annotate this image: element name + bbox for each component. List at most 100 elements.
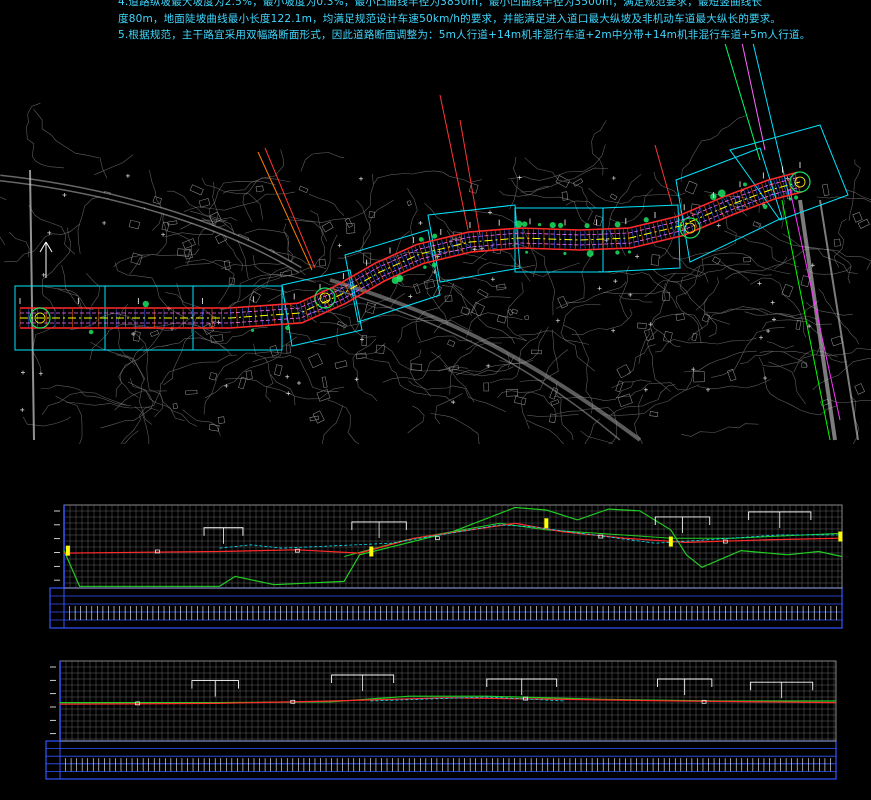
road-plan-view [0,44,871,444]
building-outline [309,415,320,422]
terrain-contour [759,350,809,367]
building-outline [228,277,235,285]
terrain-contour [242,177,291,222]
terrain-contour [382,344,468,372]
terrain-contour [844,188,871,201]
terrain-contour [750,277,807,338]
terrain-contour [174,260,232,269]
terrain-contour [182,409,221,436]
intersection-core [684,222,696,234]
terrain-contour [626,344,656,375]
profile-data-table [45,740,837,780]
elevation-mark [770,300,775,305]
terrain-contour [85,273,100,307]
road-hatch [635,227,640,246]
terrain-contour [117,304,145,381]
terrain-contour [159,382,185,422]
elevation-mark [296,381,301,386]
terrain-contour [520,167,609,193]
elevation-mark [102,220,107,225]
terrain-contour [197,181,219,246]
elevation-mark [224,383,229,388]
structure-marker [65,545,70,556]
landscape-node [788,197,792,201]
terrain-contour [116,354,152,425]
sheet-frame-3 [192,285,283,351]
terrain-contour [477,262,536,275]
landscape-node [525,250,529,254]
terrain-contour [33,109,108,179]
terrain-contour [510,262,580,277]
profile-grid-frame [63,504,843,589]
building-outline [334,360,348,369]
structure-marker [838,531,843,542]
terrain-contour [134,406,150,444]
landscape-node [586,250,594,258]
terrain-contour [739,351,774,364]
building-outline [183,248,193,260]
elevation-mark [354,377,359,382]
landscape-node [563,251,567,256]
elevation-mark [62,192,67,197]
building-outline [321,376,328,389]
terrain-contour [527,414,579,417]
elevation-mark [20,407,25,412]
elevation-mark [763,376,768,381]
building-outline [217,416,225,424]
terrain-contour [162,337,233,356]
elevation-mark [611,328,616,333]
terrain-contour [768,361,806,405]
building-outline [801,362,807,368]
building-outline [209,372,218,381]
building-outline [308,353,323,369]
terrain-contour [284,219,328,242]
building-outline [182,238,196,250]
road-lane-north [20,176,799,314]
note-line-5: 5.根据规范，主干路宜采用双幅路断面形式，因此道路断面调整为：5m人行道+14m… [118,29,811,41]
terrain-contour [40,384,132,407]
terrain-contour [430,413,481,444]
terrain-contour [407,405,425,434]
structure-marker [668,536,673,547]
building-outline [593,215,604,227]
building-outline [752,221,762,228]
terrain-contour [695,277,719,311]
terrain-contour [77,196,101,254]
building-outline [693,371,705,383]
survey-line [459,119,481,236]
profile-data-table [49,587,843,629]
road-hatch [481,231,485,250]
terrain-contour [327,399,360,444]
terrain-contour [766,341,795,349]
elevation-mark [517,175,522,180]
building-outline [795,319,802,330]
terrain-contour [431,351,475,403]
terrain-contour [499,186,550,197]
building-outline [413,283,421,294]
terrain-contour [149,169,163,231]
building-outline [616,364,631,379]
terrain-contour [394,276,508,289]
elevation-mark [613,279,618,284]
road-hatch [513,229,515,248]
elevation-mark [41,272,46,277]
landscape-node [142,300,149,308]
existing-highway [0,174,302,274]
structure-marker [369,546,374,557]
building-outline [406,200,412,206]
terrain-contour [724,257,788,280]
building-outline [743,257,751,263]
design-notes: 4.道路纵坡最大坡度为2.5%，最小坡度为0.3%，最小凸曲线半径为3850m，… [0,0,871,44]
terrain-contour [711,327,785,378]
elevation-mark [21,370,26,375]
cross-street-2 [819,199,859,441]
terrain-contour [697,379,771,390]
terrain-contour [580,430,614,444]
terrain-contour [584,418,601,444]
building-outline [375,344,385,354]
landscape-node [717,189,726,198]
landscape-node [557,222,564,228]
landscape-node [614,221,621,228]
sheet-frame-10 [729,124,849,221]
elevation-mark [125,173,130,178]
